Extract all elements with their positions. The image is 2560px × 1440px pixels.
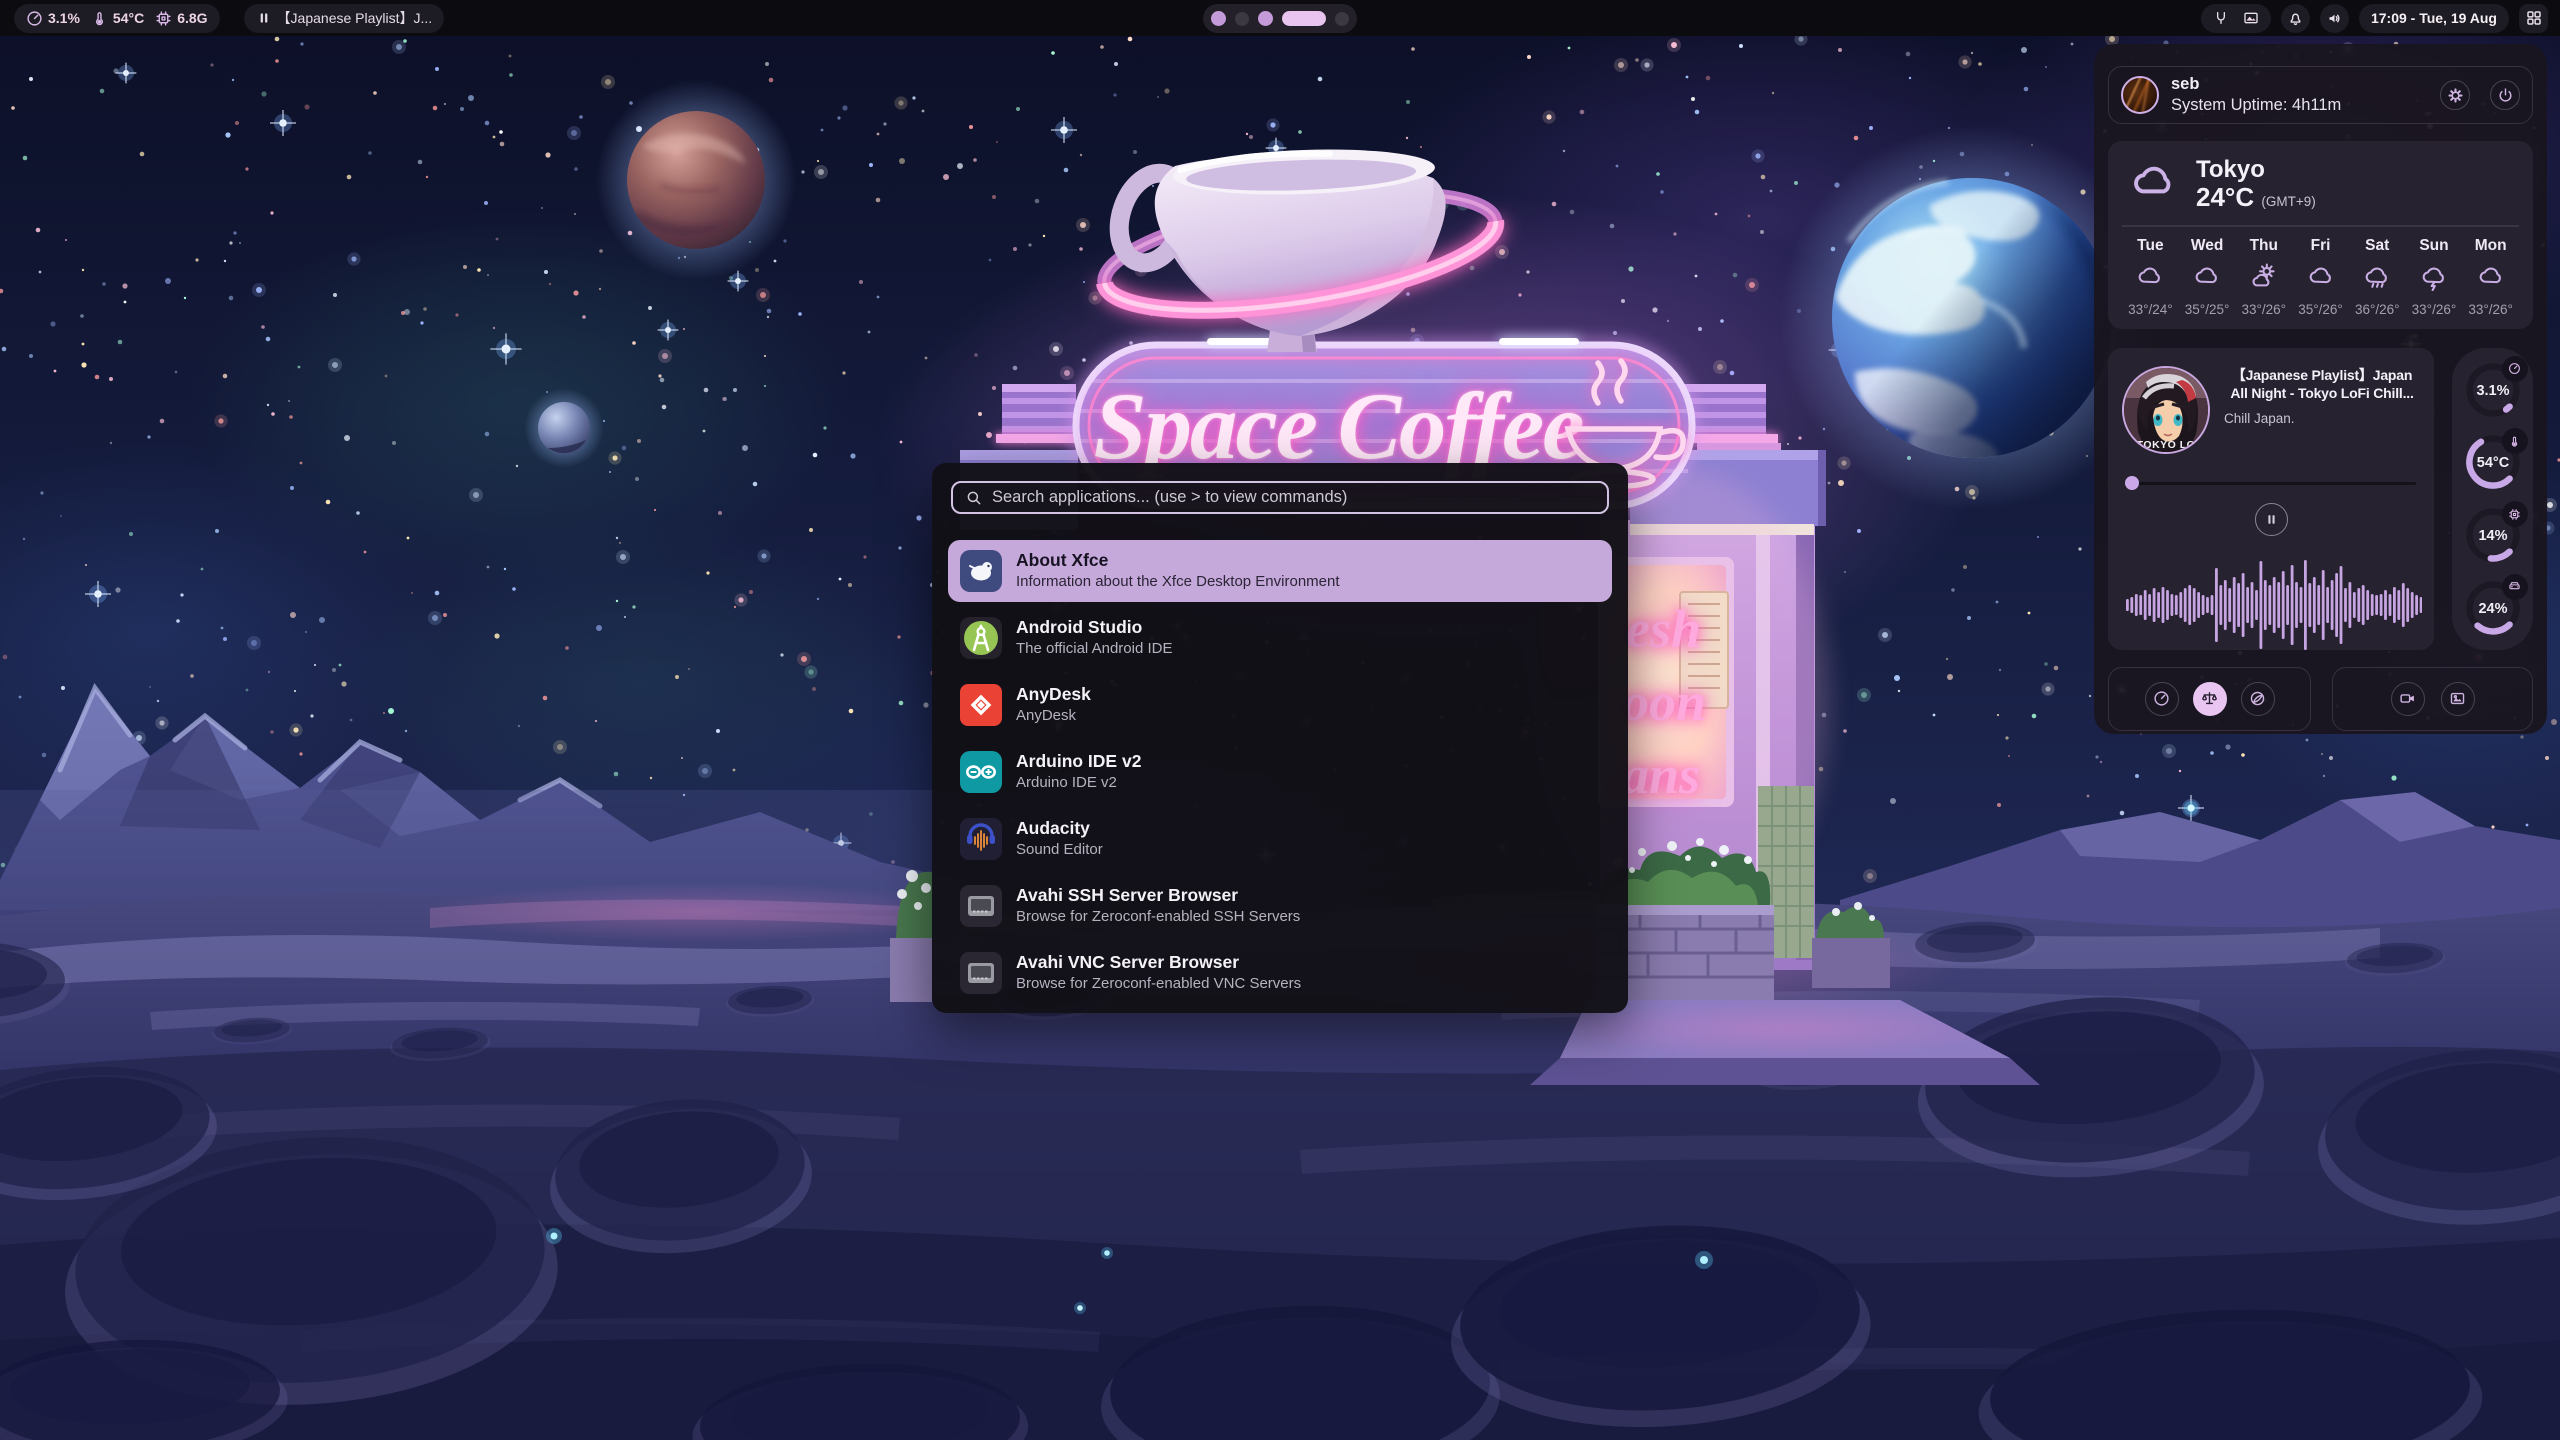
svg-text:TOKYO LO: TOKYO LO [2137,439,2196,451]
svg-text:oon: oon [1622,672,1706,732]
svg-text:14%: 14% [2478,528,2507,544]
svg-text:esh: esh [1626,599,1701,659]
svg-text:3.1%: 3.1% [2476,383,2509,399]
svg-text:54°C: 54°C [2476,455,2509,471]
svg-text:ans: ans [1622,745,1700,805]
svg-text:24%: 24% [2478,601,2507,617]
